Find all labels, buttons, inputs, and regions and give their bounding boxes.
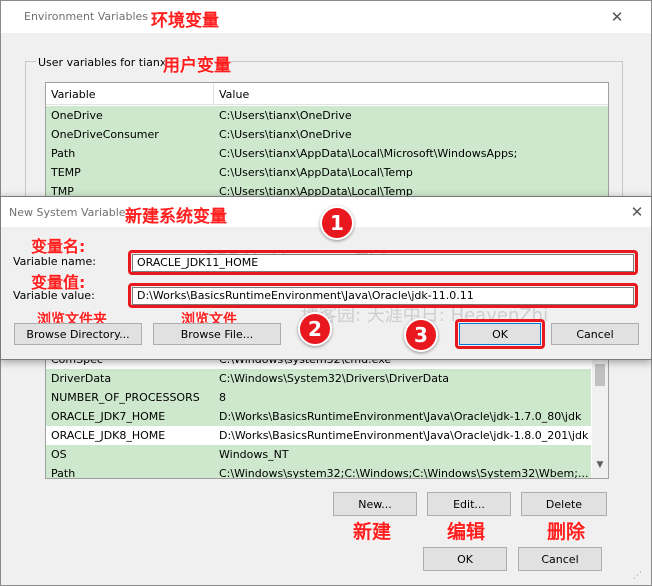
variable-name-input[interactable]: ORACLE_JDK11_HOME <box>132 254 634 272</box>
new-dialog-title-annotation: 新建系统变量 <box>125 207 227 227</box>
system-variables-list[interactable]: ComSpecC:\Windows\system32\cmd.exe Drive… <box>45 347 609 479</box>
table-row[interactable]: Path C:\Users\tianx\AppData\Local\Microso… <box>46 144 608 163</box>
user-variables-annotation: 用户变量 <box>163 56 231 76</box>
step-badge-1: 1 <box>320 206 354 240</box>
env-window-title: Environment Variables <box>24 10 149 23</box>
variable-name-label: Variable name: <box>13 255 96 268</box>
env-cancel-button[interactable]: Cancel <box>518 547 602 571</box>
new-variable-button[interactable]: New... <box>333 492 417 516</box>
env-title-annotation: 环境变量 <box>151 11 219 31</box>
table-row[interactable]: DriverData C:\Windows\System32\Drivers\Dr… <box>46 369 591 388</box>
table-row[interactable]: OneDriveConsumer C:\Users\tianx\OneDrive <box>46 125 608 144</box>
table-row[interactable]: ORACLE_JDK7_HOME D:\Works\BasicsRuntimeEn… <box>46 407 591 426</box>
table-row[interactable]: TEMP C:\Users\tianx\AppData\Local\Temp <box>46 163 608 182</box>
column-variable[interactable]: Variable <box>51 88 96 101</box>
list-header: Variable Value <box>46 83 608 105</box>
step-badge-3: 3 <box>404 318 438 352</box>
edit-variable-button[interactable]: Edit... <box>427 492 511 516</box>
table-row[interactable]: NUMBER_OF_PROCESSORS 8 <box>46 388 591 407</box>
table-row[interactable]: OneDrive C:\Users\tianx\OneDrive <box>46 106 608 125</box>
user-variables-label: User variables for tianx <box>36 56 169 69</box>
user-variables-list[interactable]: Variable Value OneDrive C:\Users\tianx\On… <box>45 82 609 202</box>
variable-value-label: Variable value: <box>13 289 95 302</box>
edit-annotation: 编辑 <box>447 521 486 543</box>
new-dialog-title: New System Variable <box>9 206 126 219</box>
delete-variable-button[interactable]: Delete <box>521 492 607 516</box>
close-icon[interactable]: ✕ <box>627 202 647 222</box>
new-dialog-cancel-button[interactable]: Cancel <box>551 323 639 345</box>
variable-name-annotation: 变量名: <box>31 237 86 256</box>
chevron-down-icon[interactable]: ▼ <box>593 460 607 470</box>
resize-grip-icon[interactable]: ⋰ <box>633 571 642 581</box>
close-icon[interactable]: ✕ <box>607 7 627 27</box>
scrollbar-thumb[interactable] <box>595 364 605 386</box>
env-ok-button[interactable]: OK <box>423 547 507 571</box>
new-dialog-ok-button[interactable]: OK <box>459 323 541 345</box>
delete-annotation: 删除 <box>547 521 586 543</box>
table-row[interactable]: OS Windows_NT <box>46 445 591 464</box>
system-list-scrollbar[interactable]: ▼ <box>592 348 608 478</box>
column-value[interactable]: Value <box>219 88 249 101</box>
browse-file-button[interactable]: Browse File... <box>153 323 281 345</box>
new-annotation: 新建 <box>353 521 392 543</box>
table-row[interactable]: Path C:\Windows\system32;C:\Windows;C:\Wi… <box>46 464 591 478</box>
table-row[interactable]: ORACLE_JDK8_HOME D:\Works\BasicsRuntimeEn… <box>46 426 591 445</box>
variable-value-input[interactable]: D:\Works\BasicsRuntimeEnvironment\Java\O… <box>132 287 634 305</box>
env-titlebar: Environment Variables 环境变量 ✕ <box>1 1 651 33</box>
browse-directory-button[interactable]: Browse Directory... <box>14 323 142 345</box>
step-badge-2: 2 <box>298 312 332 346</box>
